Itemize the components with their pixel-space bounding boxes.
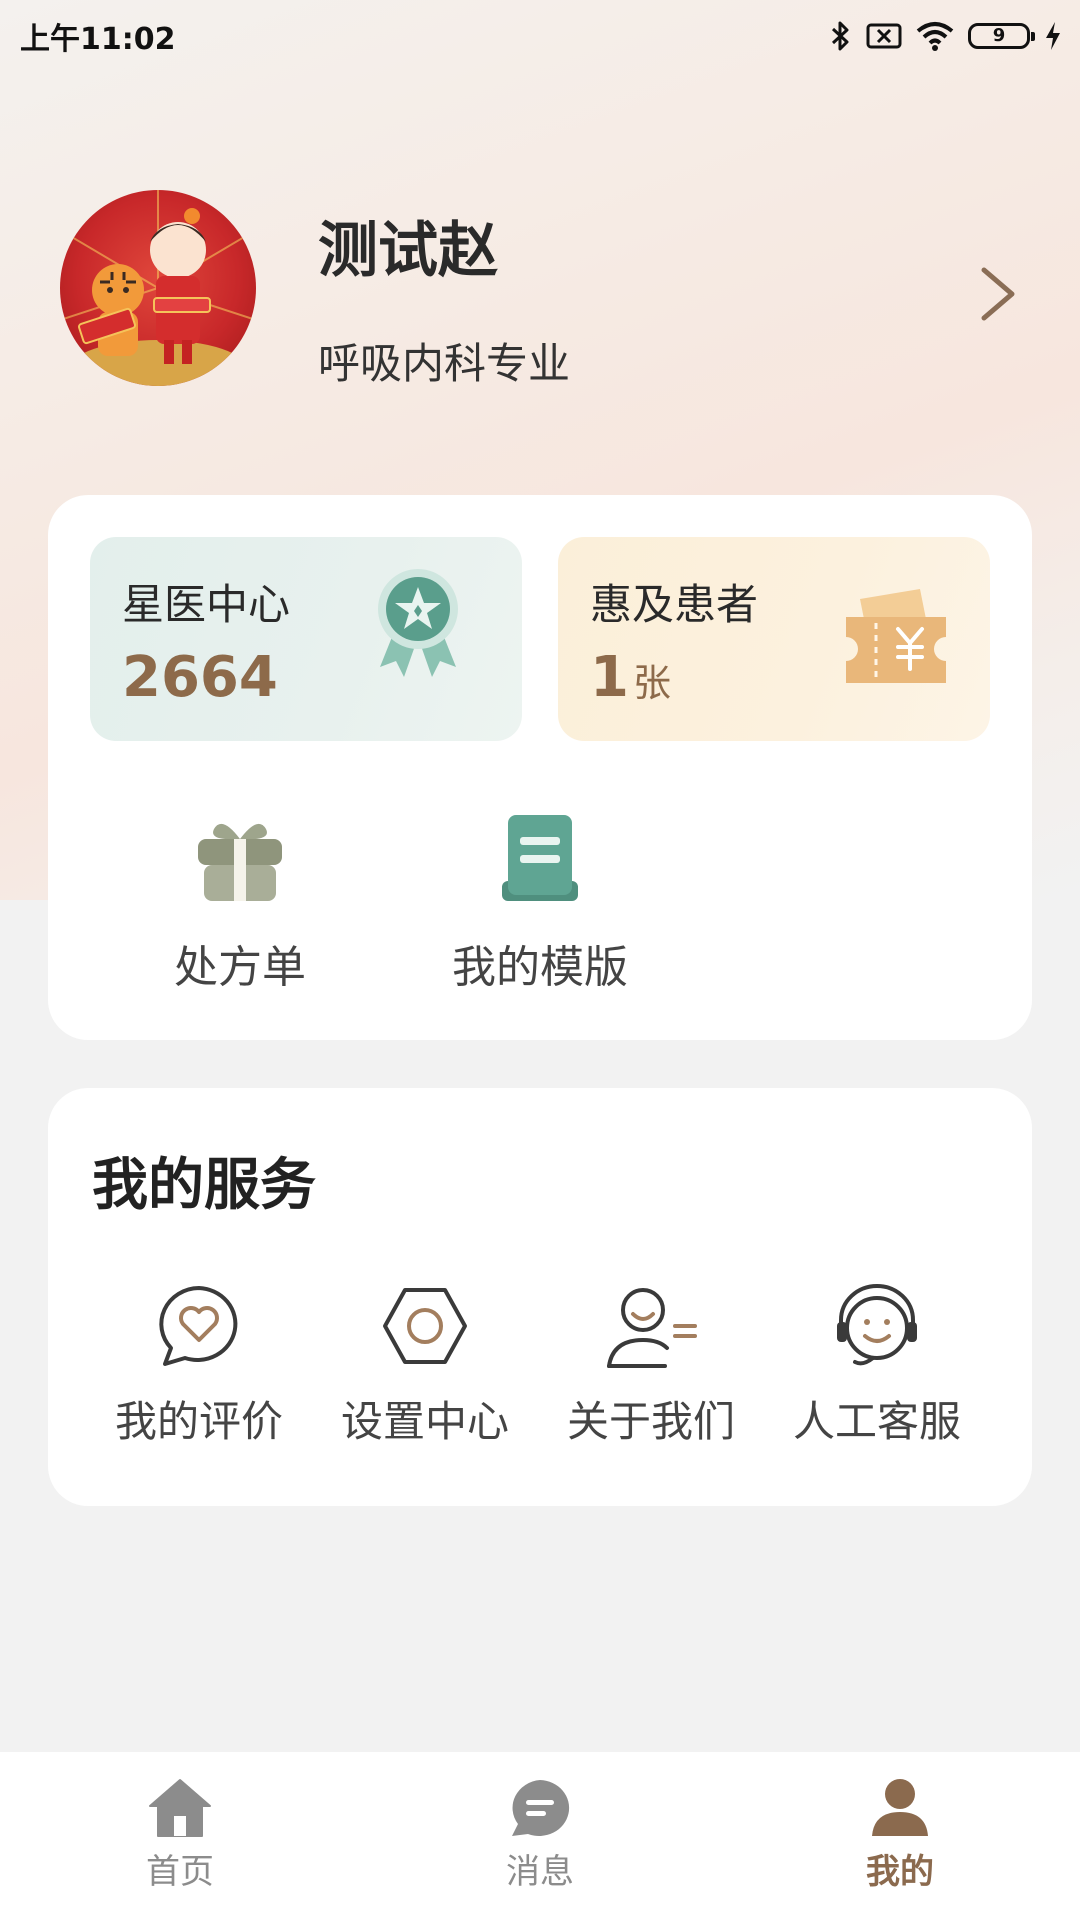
- tab-mine[interactable]: 我的: [720, 1752, 1080, 1920]
- about-us-button[interactable]: 关于我们: [538, 1282, 764, 1449]
- my-reviews-label: 我的评价: [114, 1397, 283, 1446]
- avatar[interactable]: [60, 190, 256, 386]
- tab-home-label: 首页: [146, 1852, 214, 1892]
- battery-level: 9: [992, 25, 1006, 46]
- yuan-coupon-icon: [840, 583, 952, 697]
- star-doctor-value: 2664: [122, 645, 278, 710]
- charging-icon: [1044, 21, 1062, 51]
- status-time: 上午11:02: [20, 22, 176, 57]
- services-grid: 我的评价 设置中心 关于我们 人工客服: [48, 1282, 1032, 1482]
- services-card: 我的服务 我的评价 设置中心 关于我们 人工客服: [48, 1088, 1032, 1506]
- user-department: 呼吸内科专业: [318, 339, 571, 388]
- my-template-label: 我的模版: [452, 942, 628, 993]
- award-ribbon-icon: [370, 565, 466, 689]
- battery-icon: 9: [968, 23, 1035, 49]
- status-bar: 上午11:02 9: [0, 0, 1080, 72]
- heart-chat-icon: [86, 1282, 312, 1370]
- coupon-tile[interactable]: 惠及患者 1张: [558, 537, 990, 741]
- coupon-unit: 张: [632, 661, 671, 705]
- user-icon: [868, 1778, 932, 1838]
- my-reviews-button[interactable]: 我的评价: [86, 1282, 312, 1449]
- gift-icon: [120, 811, 360, 907]
- star-doctor-tile[interactable]: 星医中心 2664: [90, 537, 522, 741]
- no-sim-icon: [866, 22, 902, 50]
- headset-agent-icon: [764, 1282, 990, 1370]
- services-title: 我的服务: [92, 1153, 316, 1218]
- tab-messages-label: 消息: [506, 1852, 574, 1892]
- star-doctor-title: 星医中心: [122, 580, 291, 629]
- tab-messages[interactable]: 消息: [360, 1752, 720, 1920]
- coupon-value: 1: [590, 645, 629, 710]
- wifi-icon: [916, 21, 954, 51]
- settings-center-label: 设置中心: [340, 1397, 509, 1446]
- prescription-label: 处方单: [174, 942, 306, 993]
- my-template-button[interactable]: 我的模版: [420, 811, 660, 995]
- settings-center-button[interactable]: 设置中心: [312, 1282, 538, 1449]
- coupon-title: 惠及患者: [590, 580, 759, 629]
- customer-service-button[interactable]: 人工客服: [764, 1282, 990, 1449]
- about-us-label: 关于我们: [566, 1397, 735, 1446]
- profile-header[interactable]: 测试赵 呼吸内科专业: [0, 180, 1080, 400]
- chevron-right-icon[interactable]: [978, 266, 1018, 326]
- person-info-icon: [538, 1282, 764, 1370]
- hexagon-settings-icon: [312, 1282, 538, 1370]
- user-name: 测试赵: [318, 216, 498, 286]
- status-icons: 9: [830, 20, 1062, 52]
- prescription-button[interactable]: 处方单: [120, 811, 360, 995]
- bottom-tab-bar: 首页 消息 我的: [0, 1752, 1080, 1920]
- stats-card: 星医中心 2664 惠及患者 1张 处方单 我的模版: [48, 495, 1032, 1040]
- customer-service-label: 人工客服: [792, 1397, 961, 1446]
- chat-bubble-icon: [508, 1778, 572, 1838]
- bluetooth-icon: [830, 20, 852, 52]
- coupon-value-row: 1张: [590, 645, 671, 710]
- document-icon: [420, 811, 660, 907]
- home-icon: [148, 1778, 212, 1838]
- tiger-new-year-avatar-icon: [60, 190, 256, 386]
- tab-home[interactable]: 首页: [0, 1752, 360, 1920]
- tab-mine-label: 我的: [866, 1852, 934, 1892]
